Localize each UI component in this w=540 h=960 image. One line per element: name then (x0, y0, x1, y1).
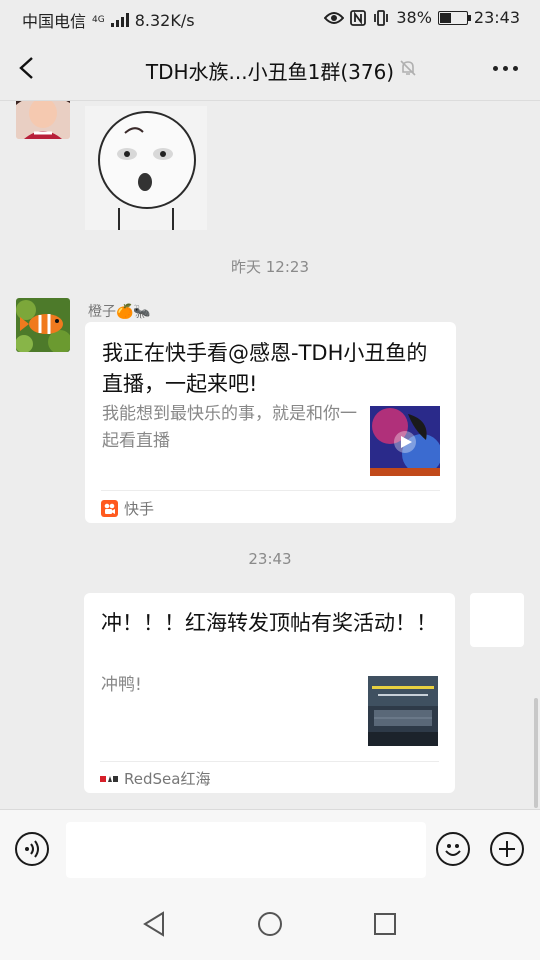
sender-name: 橙子🍊🐜 (88, 304, 151, 320)
card-thumbnail (368, 676, 438, 746)
signal-icon (110, 13, 129, 27)
mute-bell-icon (400, 60, 416, 76)
battery-icon (437, 10, 471, 25)
my-avatar[interactable] (470, 593, 524, 647)
sticker-image[interactable] (85, 106, 207, 230)
battery-percent: 38% (396, 8, 432, 27)
nav-back-icon[interactable] (142, 911, 166, 937)
more-options-icon[interactable] (493, 66, 518, 71)
card-source: RedSea红海 (100, 768, 210, 789)
chat-timestamp: 23:43 (248, 550, 292, 568)
avatar[interactable] (16, 101, 70, 139)
status-bar: 中国电信 4G 8.32K/s 38% 23:43 (0, 0, 540, 36)
card-source: 快手 (101, 498, 154, 519)
emoji-button[interactable] (436, 832, 470, 866)
scrollbar[interactable] (534, 698, 538, 808)
card-thumbnail (370, 406, 440, 476)
system-navigation-bar (0, 889, 540, 960)
vibrate-icon (374, 9, 389, 26)
network-type: 4G (92, 14, 105, 25)
avatar[interactable] (16, 298, 70, 352)
network-speed: 8.32K/s (134, 10, 195, 30)
more-functions-button[interactable] (490, 832, 524, 866)
card-description: 冲鸭! (101, 675, 142, 695)
message-input-bar (0, 809, 540, 890)
message-text-input[interactable] (66, 822, 426, 878)
nfc-icon (350, 9, 367, 26)
chat-header: TDH水族...小丑鱼1群(376) (0, 36, 540, 101)
card-divider (100, 761, 439, 762)
smiley-icon (445, 844, 461, 856)
voice-icon (25, 840, 39, 858)
eye-icon (324, 11, 345, 24)
redsea-logo-icon (100, 775, 118, 782)
carrier-name: 中国电信 (22, 12, 87, 31)
share-card[interactable]: 冲！！！红海转发顶帖有奖活动！！ 冲鸭! RedSea红海 (84, 593, 455, 793)
voice-input-button[interactable] (15, 832, 49, 866)
plus-icon (499, 841, 515, 857)
chat-title: TDH水族...小丑鱼1群(376) (145, 60, 395, 84)
card-title: 我正在快手看@感恩-TDH小丑鱼的直播，一起来吧! (102, 341, 428, 396)
nav-recents-icon[interactable] (373, 912, 397, 936)
kuaishou-logo-icon (101, 500, 118, 517)
card-source-name: RedSea红海 (124, 770, 211, 788)
card-source-name: 快手 (124, 500, 155, 518)
chat-area[interactable]: 昨天 12:23 橙子🍊🐜 我正在快手看@感恩-TDH小丑鱼的直播，一起来吧! … (0, 101, 540, 809)
share-card[interactable]: 我正在快手看@感恩-TDH小丑鱼的直播，一起来吧! 我能想到最快乐的事，就是和你… (85, 322, 456, 523)
card-description: 我能想到最快乐的事，就是和你一起看直播 (102, 404, 357, 451)
card-divider (101, 490, 440, 491)
nav-home-icon[interactable] (257, 911, 283, 937)
card-title: 冲！！！红海转发顶帖有奖活动！！ (101, 611, 437, 635)
chat-timestamp: 昨天 12:23 (231, 258, 309, 276)
status-time: 23:43 (473, 8, 520, 27)
